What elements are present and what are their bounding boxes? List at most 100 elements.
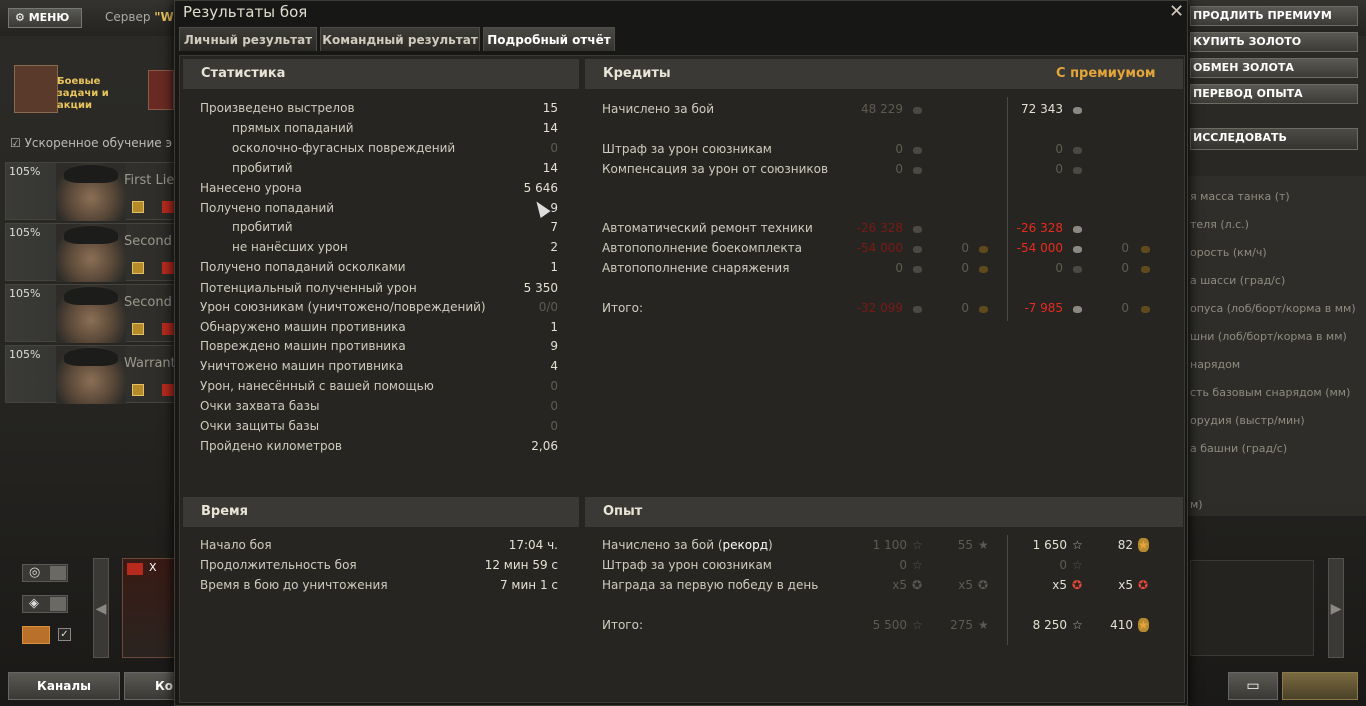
gold-icon <box>1141 306 1150 313</box>
premium-gold-value: 0 <box>1121 301 1129 315</box>
stat-label: не нанёсших урон <box>232 240 348 254</box>
research-button[interactable]: ИССЛЕДОВАТЬ <box>1190 128 1358 150</box>
param-label: я масса танка (т) <box>1190 190 1290 203</box>
close-icon[interactable]: ✕ <box>1169 1 1184 22</box>
crew-member-1[interactable]: 105% First Lieu <box>5 162 183 221</box>
credit-label: Штраф за урон союзникам <box>602 142 772 156</box>
quests-icon[interactable] <box>14 65 58 113</box>
credits-icon <box>1073 306 1082 313</box>
premium-credit-value: 0 <box>1055 162 1063 176</box>
tab-team[interactable]: Командный результат <box>320 27 480 51</box>
crew-member-3[interactable]: 105% Second L <box>5 284 183 343</box>
premium-free-xp-value: 410 <box>1110 618 1133 632</box>
stat-value: 5 350 <box>523 281 558 295</box>
stat-label: осколочно-фугасных повреждений <box>232 141 456 155</box>
extend-premium-button[interactable]: ПРОДЛИТЬ ПРЕМИУМ <box>1190 6 1358 26</box>
tank-tier: X <box>149 561 157 574</box>
time-value: 12 мин 59 с <box>484 558 558 572</box>
quests-secondary-icon[interactable] <box>148 70 174 110</box>
time-value: 7 мин 1 с <box>499 578 558 592</box>
nation-icon <box>162 323 174 335</box>
stat-label: Урон союзникам (уничтожено/повреждений) <box>200 300 486 314</box>
free-xp-icon: ✪ <box>1138 578 1149 592</box>
xp-label: Итого: <box>602 618 643 632</box>
stat-label: Очки защиты базы <box>200 419 320 433</box>
param-label: шни (лоб/борт/корма в мм) <box>1190 330 1347 343</box>
free-xp-icon: ★ <box>978 618 989 632</box>
crew-member-4[interactable]: 105% Warrant <box>5 345 176 404</box>
tab-personal[interactable]: Личный результат <box>179 27 317 51</box>
free-xp-icon: ✪ <box>978 578 989 592</box>
stat-label: Пройдено километров <box>200 439 342 453</box>
skill-icon <box>132 262 144 274</box>
premium-credit-value: -54 000 <box>1016 241 1063 255</box>
nation-icon <box>162 384 174 396</box>
credit-value: -26 328 <box>856 221 903 235</box>
gold-icon <box>979 266 988 273</box>
stat-label: Получено попаданий <box>200 201 335 215</box>
free-xp-value: 275 <box>950 618 973 632</box>
ammo-icon[interactable] <box>22 626 50 644</box>
filter-select[interactable]: ◈ <box>22 595 68 613</box>
credits-icon <box>913 266 922 273</box>
menu-button[interactable]: ⚙ МЕНЮ <box>8 8 82 28</box>
stat-value: 0 <box>550 399 558 413</box>
xp-value: 1 100 <box>872 538 907 552</box>
contacts-button[interactable]: Кон <box>124 672 176 700</box>
premium-credit-value: 72 343 <box>1021 102 1063 116</box>
exchange-gold-button[interactable]: ОБМЕН ЗОЛОТА <box>1190 58 1358 78</box>
shop-button[interactable] <box>1282 672 1358 700</box>
credits-icon <box>1073 107 1082 114</box>
auto-checkbox[interactable]: ✓ <box>58 628 71 641</box>
stat-value: 7 <box>550 220 558 234</box>
param-label: орудия (выстр/мин) <box>1190 414 1305 427</box>
credit-value: 0 <box>895 142 903 156</box>
stat-value: 1 <box>550 260 558 274</box>
buy-gold-button[interactable]: КУПИТЬ ЗОЛОТО <box>1190 32 1358 52</box>
crew-percent: 105% <box>9 226 41 239</box>
stat-value: 9 <box>550 339 558 353</box>
param-label: орость (км/ч) <box>1190 246 1267 259</box>
stat-label: Повреждено машин противника <box>200 339 406 353</box>
tank-carousel-item[interactable]: X <box>122 558 176 658</box>
crew-member-2[interactable]: 105% Second L <box>5 223 183 282</box>
divider <box>1007 97 1008 321</box>
carousel-left-arrow[interactable]: ◀ <box>93 558 109 658</box>
premium-xp-value: 1 650 <box>1032 538 1067 552</box>
menu-icon: ⚙ <box>15 11 29 24</box>
stat-value: 14 <box>542 161 558 175</box>
language-select[interactable]: ◎ <box>22 564 68 582</box>
beret-icon <box>64 165 118 183</box>
stat-label: Обнаружено машин противника <box>200 320 406 334</box>
tab-detailed[interactable]: Подробный отчёт <box>483 27 615 51</box>
credits-icon <box>913 107 922 114</box>
credit-label: Автоматический ремонт техники <box>602 221 813 235</box>
premium-credit-value: -7 985 <box>1024 301 1063 315</box>
xp-label-suffix: ) <box>768 538 773 552</box>
beret-icon <box>64 348 118 366</box>
record-label: рекорд <box>722 538 769 552</box>
premium-free-xp-value: 82 <box>1117 538 1133 552</box>
free-xp-icon: ★ <box>978 538 989 552</box>
channels-button[interactable]: Каналы <box>8 672 120 700</box>
premium-gold-value: 0 <box>1121 241 1129 255</box>
quests-label[interactable]: Боевые задачи и акции <box>57 76 137 112</box>
gold-value: 0 <box>961 241 969 255</box>
stats-header: Статистика <box>183 59 579 89</box>
star-icon: ☆ <box>1072 618 1083 632</box>
transfer-xp-button[interactable]: ПЕРЕВОД ОПЫТА <box>1190 84 1358 104</box>
accelerated-training-checkbox[interactable]: ☑ Ускоренное обучение э <box>10 136 172 150</box>
xp-label: Штраф за урон союзникам <box>602 558 772 572</box>
gold-icon <box>979 306 988 313</box>
chat-icon[interactable]: ▭ <box>1228 672 1278 700</box>
menu-label: МЕНЮ <box>28 11 70 24</box>
crew-percent: 105% <box>9 287 41 300</box>
server-prefix: Сервер <box>105 10 155 24</box>
diamond-icon: ◈ <box>29 596 39 611</box>
nation-icon <box>162 262 174 274</box>
credits-icon <box>1073 147 1082 154</box>
premium-xp-value: 0 <box>1059 558 1067 572</box>
credits-icon <box>913 226 922 233</box>
credits-icon <box>1073 246 1082 253</box>
carousel-right-arrow[interactable]: ▶ <box>1328 558 1344 658</box>
